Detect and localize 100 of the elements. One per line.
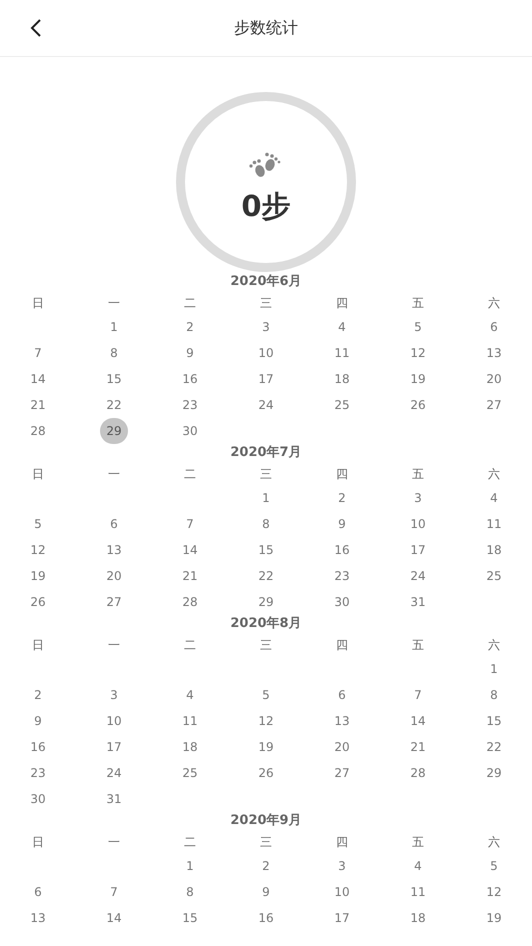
calendar-day[interactable]: 17 — [334, 909, 350, 927]
calendar-day[interactable]: 6 — [34, 883, 42, 901]
calendar-day[interactable]: 11 — [182, 712, 198, 730]
calendar-day[interactable]: 2 — [34, 686, 42, 704]
calendar-day[interactable]: 5 — [262, 686, 270, 704]
calendar-day[interactable]: 30 — [182, 422, 198, 440]
calendar-day[interactable]: 28 — [410, 764, 426, 782]
calendar-day[interactable]: 15 — [258, 541, 274, 559]
calendar-day[interactable]: 3 — [110, 686, 118, 704]
calendar-day[interactable]: 7 — [186, 515, 194, 533]
calendar-day[interactable]: 8 — [490, 686, 498, 704]
calendar-day[interactable]: 21 — [182, 567, 198, 585]
calendar-day[interactable]: 29 — [100, 418, 128, 444]
calendar-day[interactable]: 26 — [30, 593, 46, 611]
calendar-day[interactable]: 9 — [34, 712, 42, 730]
calendar-day[interactable]: 5 — [414, 318, 422, 336]
calendar-day[interactable]: 5 — [34, 515, 42, 533]
calendar-day[interactable]: 7 — [414, 686, 422, 704]
calendar-day[interactable]: 1 — [262, 489, 270, 507]
calendar-day[interactable]: 25 — [486, 567, 502, 585]
calendar-day[interactable]: 27 — [106, 593, 122, 611]
calendar-day[interactable]: 4 — [490, 489, 498, 507]
calendar-day[interactable]: 8 — [186, 883, 194, 901]
calendar-day[interactable]: 30 — [334, 593, 350, 611]
calendar-day[interactable]: 22 — [106, 396, 122, 414]
calendar-day[interactable]: 11 — [334, 344, 350, 362]
calendar-day[interactable]: 9 — [338, 515, 346, 533]
calendar-day[interactable]: 13 — [486, 344, 502, 362]
calendar-day[interactable]: 22 — [486, 738, 502, 756]
calendar-day[interactable]: 18 — [334, 370, 350, 388]
calendar-day[interactable]: 1 — [186, 857, 194, 875]
calendar-day[interactable]: 12 — [486, 883, 502, 901]
calendar-day[interactable]: 10 — [106, 712, 122, 730]
calendar-day[interactable]: 4 — [414, 857, 422, 875]
calendar-day[interactable]: 4 — [186, 686, 194, 704]
calendar-day[interactable]: 18 — [486, 541, 502, 559]
calendar-day[interactable]: 18 — [182, 738, 198, 756]
calendar-day[interactable]: 20 — [334, 738, 350, 756]
calendar-day[interactable]: 15 — [106, 370, 122, 388]
calendar-day[interactable]: 10 — [258, 344, 274, 362]
calendar-day[interactable]: 12 — [258, 712, 274, 730]
calendar-day[interactable]: 14 — [106, 909, 122, 927]
calendar-day[interactable]: 14 — [182, 541, 198, 559]
calendar-day[interactable]: 19 — [30, 567, 46, 585]
calendar-day[interactable]: 16 — [182, 370, 198, 388]
calendar-day[interactable]: 26 — [410, 396, 426, 414]
calendar-day[interactable]: 7 — [110, 883, 118, 901]
calendar-day[interactable]: 19 — [486, 909, 502, 927]
calendar-day[interactable]: 11 — [410, 883, 426, 901]
calendar-day[interactable]: 10 — [410, 515, 426, 533]
calendar-day[interactable]: 3 — [262, 318, 270, 336]
calendar-day[interactable]: 8 — [262, 515, 270, 533]
calendar-day[interactable]: 17 — [410, 541, 426, 559]
calendar-day[interactable]: 20 — [106, 567, 122, 585]
calendar-day[interactable]: 30 — [30, 790, 46, 808]
calendar-day[interactable]: 11 — [486, 515, 502, 533]
calendar-day[interactable]: 19 — [410, 370, 426, 388]
calendar-day[interactable]: 6 — [110, 515, 118, 533]
calendar-day[interactable]: 26 — [258, 764, 274, 782]
calendar-day[interactable]: 25 — [334, 396, 350, 414]
calendar-day[interactable]: 21 — [410, 738, 426, 756]
calendar-day[interactable]: 16 — [30, 738, 46, 756]
calendar-day[interactable]: 22 — [258, 567, 274, 585]
calendar-day[interactable]: 2 — [262, 857, 270, 875]
calendar-day[interactable]: 24 — [258, 396, 274, 414]
calendar-day[interactable]: 27 — [486, 396, 502, 414]
calendar-day[interactable]: 12 — [410, 344, 426, 362]
calendar-day[interactable]: 21 — [30, 396, 46, 414]
calendar-day[interactable]: 29 — [258, 593, 274, 611]
calendar-day[interactable]: 16 — [334, 541, 350, 559]
calendar-day[interactable]: 2 — [338, 489, 346, 507]
calendar-day[interactable]: 3 — [414, 489, 422, 507]
calendar-day[interactable]: 6 — [490, 318, 498, 336]
calendar-day[interactable]: 31 — [106, 790, 122, 808]
calendar-day[interactable]: 13 — [334, 712, 350, 730]
calendar-day[interactable]: 23 — [182, 396, 198, 414]
calendar-day[interactable]: 7 — [34, 344, 42, 362]
calendar-day[interactable]: 12 — [30, 541, 46, 559]
calendar-day[interactable]: 1 — [490, 660, 498, 678]
calendar-day[interactable]: 8 — [110, 344, 118, 362]
calendar-day[interactable]: 28 — [182, 593, 198, 611]
calendar-day[interactable]: 17 — [106, 738, 122, 756]
calendar-day[interactable]: 9 — [262, 883, 270, 901]
calendar-day[interactable]: 19 — [258, 738, 274, 756]
calendar-day[interactable]: 23 — [30, 764, 46, 782]
calendar-day[interactable]: 10 — [334, 883, 350, 901]
calendar-day[interactable]: 27 — [334, 764, 350, 782]
calendar-day[interactable]: 15 — [182, 909, 198, 927]
calendar-day[interactable]: 17 — [258, 370, 274, 388]
calendar-day[interactable]: 2 — [186, 318, 194, 336]
calendar-day[interactable]: 14 — [410, 712, 426, 730]
calendar-day[interactable]: 31 — [410, 593, 426, 611]
calendar-day[interactable]: 25 — [182, 764, 198, 782]
calendar-day[interactable]: 5 — [490, 857, 498, 875]
calendar-day[interactable]: 24 — [410, 567, 426, 585]
calendar-day[interactable]: 3 — [338, 857, 346, 875]
calendar-day[interactable]: 23 — [334, 567, 350, 585]
calendar-day[interactable]: 18 — [410, 909, 426, 927]
calendar-day[interactable]: 14 — [30, 370, 46, 388]
calendar-day[interactable]: 16 — [258, 909, 274, 927]
